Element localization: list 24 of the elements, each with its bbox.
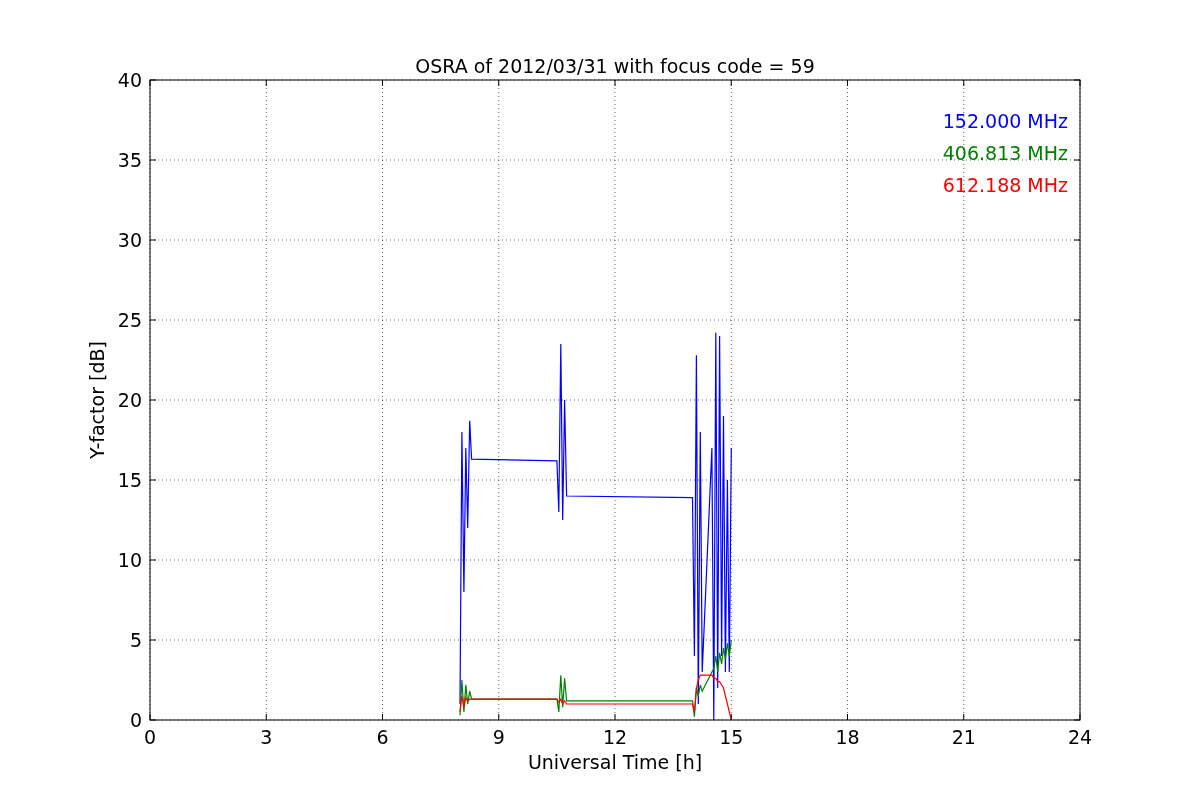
y-tick-label: 10	[117, 549, 142, 571]
x-tick-label: 3	[260, 726, 273, 748]
y-tick-label: 5	[129, 629, 142, 651]
x-tick-label: 9	[492, 726, 505, 748]
y-tick-label: 20	[117, 389, 142, 411]
x-tick-label: 0	[143, 726, 157, 748]
x-tick-label: 12	[602, 726, 628, 748]
y-tick-label: 40	[117, 69, 142, 91]
x-tick-label: 6	[376, 726, 389, 748]
y-tick-label: 15	[117, 469, 142, 491]
y-tick-label: 35	[117, 149, 142, 171]
chart-title: OSRA of 2012/03/31 with focus code = 59	[415, 55, 815, 77]
legend-label: 612.188 MHz	[942, 174, 1068, 196]
y-tick-label: 30	[117, 229, 142, 251]
legend-label: 406.813 MHz	[942, 142, 1068, 164]
x-tick-label: 18	[835, 726, 860, 748]
x-axis-label: Universal Time [h]	[527, 751, 703, 773]
y-tick-label: 25	[117, 309, 142, 331]
x-tick-label: 21	[951, 726, 976, 748]
y-axis-label: Y-factor [dB]	[86, 341, 108, 459]
x-tick-label: 24	[1067, 726, 1093, 748]
y-tick-label: 0	[129, 709, 142, 731]
x-tick-label: 15	[719, 726, 744, 748]
legend-label: 152.000 MHz	[942, 110, 1068, 132]
